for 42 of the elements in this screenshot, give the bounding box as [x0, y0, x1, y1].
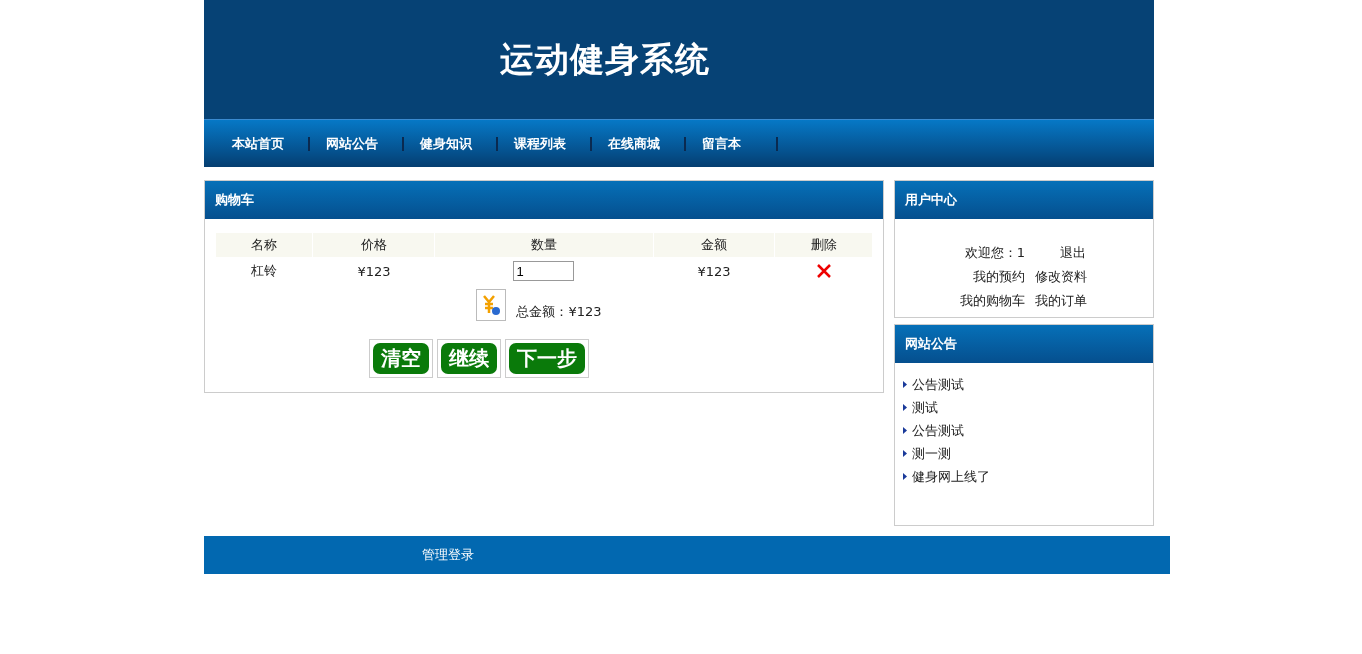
bullet-icon: [903, 427, 908, 434]
panel-title: 网站公告: [905, 335, 957, 353]
user-link[interactable]: 我的购物车: [895, 292, 1025, 310]
notice-link[interactable]: 公告测试: [912, 421, 964, 440]
panel-title: 购物车: [215, 191, 254, 209]
nav-link[interactable]: 课程列表: [498, 136, 592, 151]
user-link[interactable]: 修改资料: [1035, 268, 1087, 286]
table-cell-text: ¥123: [356, 262, 392, 281]
nav-link[interactable]: 网站公告: [310, 136, 404, 151]
nav-link[interactable]: 健身知识: [404, 136, 498, 151]
column-header: 数量: [435, 233, 653, 257]
table-cell-text: ¥123: [696, 262, 732, 281]
nav-link[interactable]: 在线商城: [592, 136, 686, 151]
admin-login-link[interactable]: 管理登录: [422, 546, 474, 564]
column-header: 删除: [775, 233, 872, 257]
welcome-text: 欢迎您：1: [963, 244, 1025, 262]
action-button[interactable]: 继续: [441, 343, 497, 374]
delete-icon[interactable]: [815, 263, 832, 280]
quantity-field[interactable]: 1: [513, 261, 575, 281]
column-header: 名称: [216, 233, 313, 257]
logout-link[interactable]: 退出: [1060, 244, 1086, 262]
table-cell-text: 杠铃: [250, 262, 279, 280]
money-icon: [476, 289, 507, 321]
notice-link[interactable]: 测试: [912, 398, 938, 417]
bullet-icon: [903, 404, 908, 411]
column-header: 价格: [313, 233, 435, 257]
action-button[interactable]: 清空: [373, 343, 429, 374]
notice-link[interactable]: 公告测试: [912, 375, 964, 394]
bullet-icon: [903, 381, 908, 388]
user-link[interactable]: 我的订单: [1035, 292, 1087, 310]
column-header: 金额: [653, 233, 775, 257]
bullet-icon: [903, 473, 908, 480]
nav-link[interactable]: 留言本: [686, 136, 778, 151]
user-link[interactable]: 我的预约: [895, 268, 1025, 286]
nav-link[interactable]: 本站首页: [216, 136, 310, 151]
action-button[interactable]: 下一步: [509, 343, 585, 374]
bullet-icon: [903, 450, 908, 457]
notice-link[interactable]: 测一测: [912, 444, 951, 463]
total-amount: 总金额：¥123: [516, 303, 602, 321]
panel-title: 用户中心: [905, 191, 957, 209]
site-title: 运动健身系统: [500, 37, 710, 81]
notice-link[interactable]: 健身网上线了: [912, 467, 990, 486]
